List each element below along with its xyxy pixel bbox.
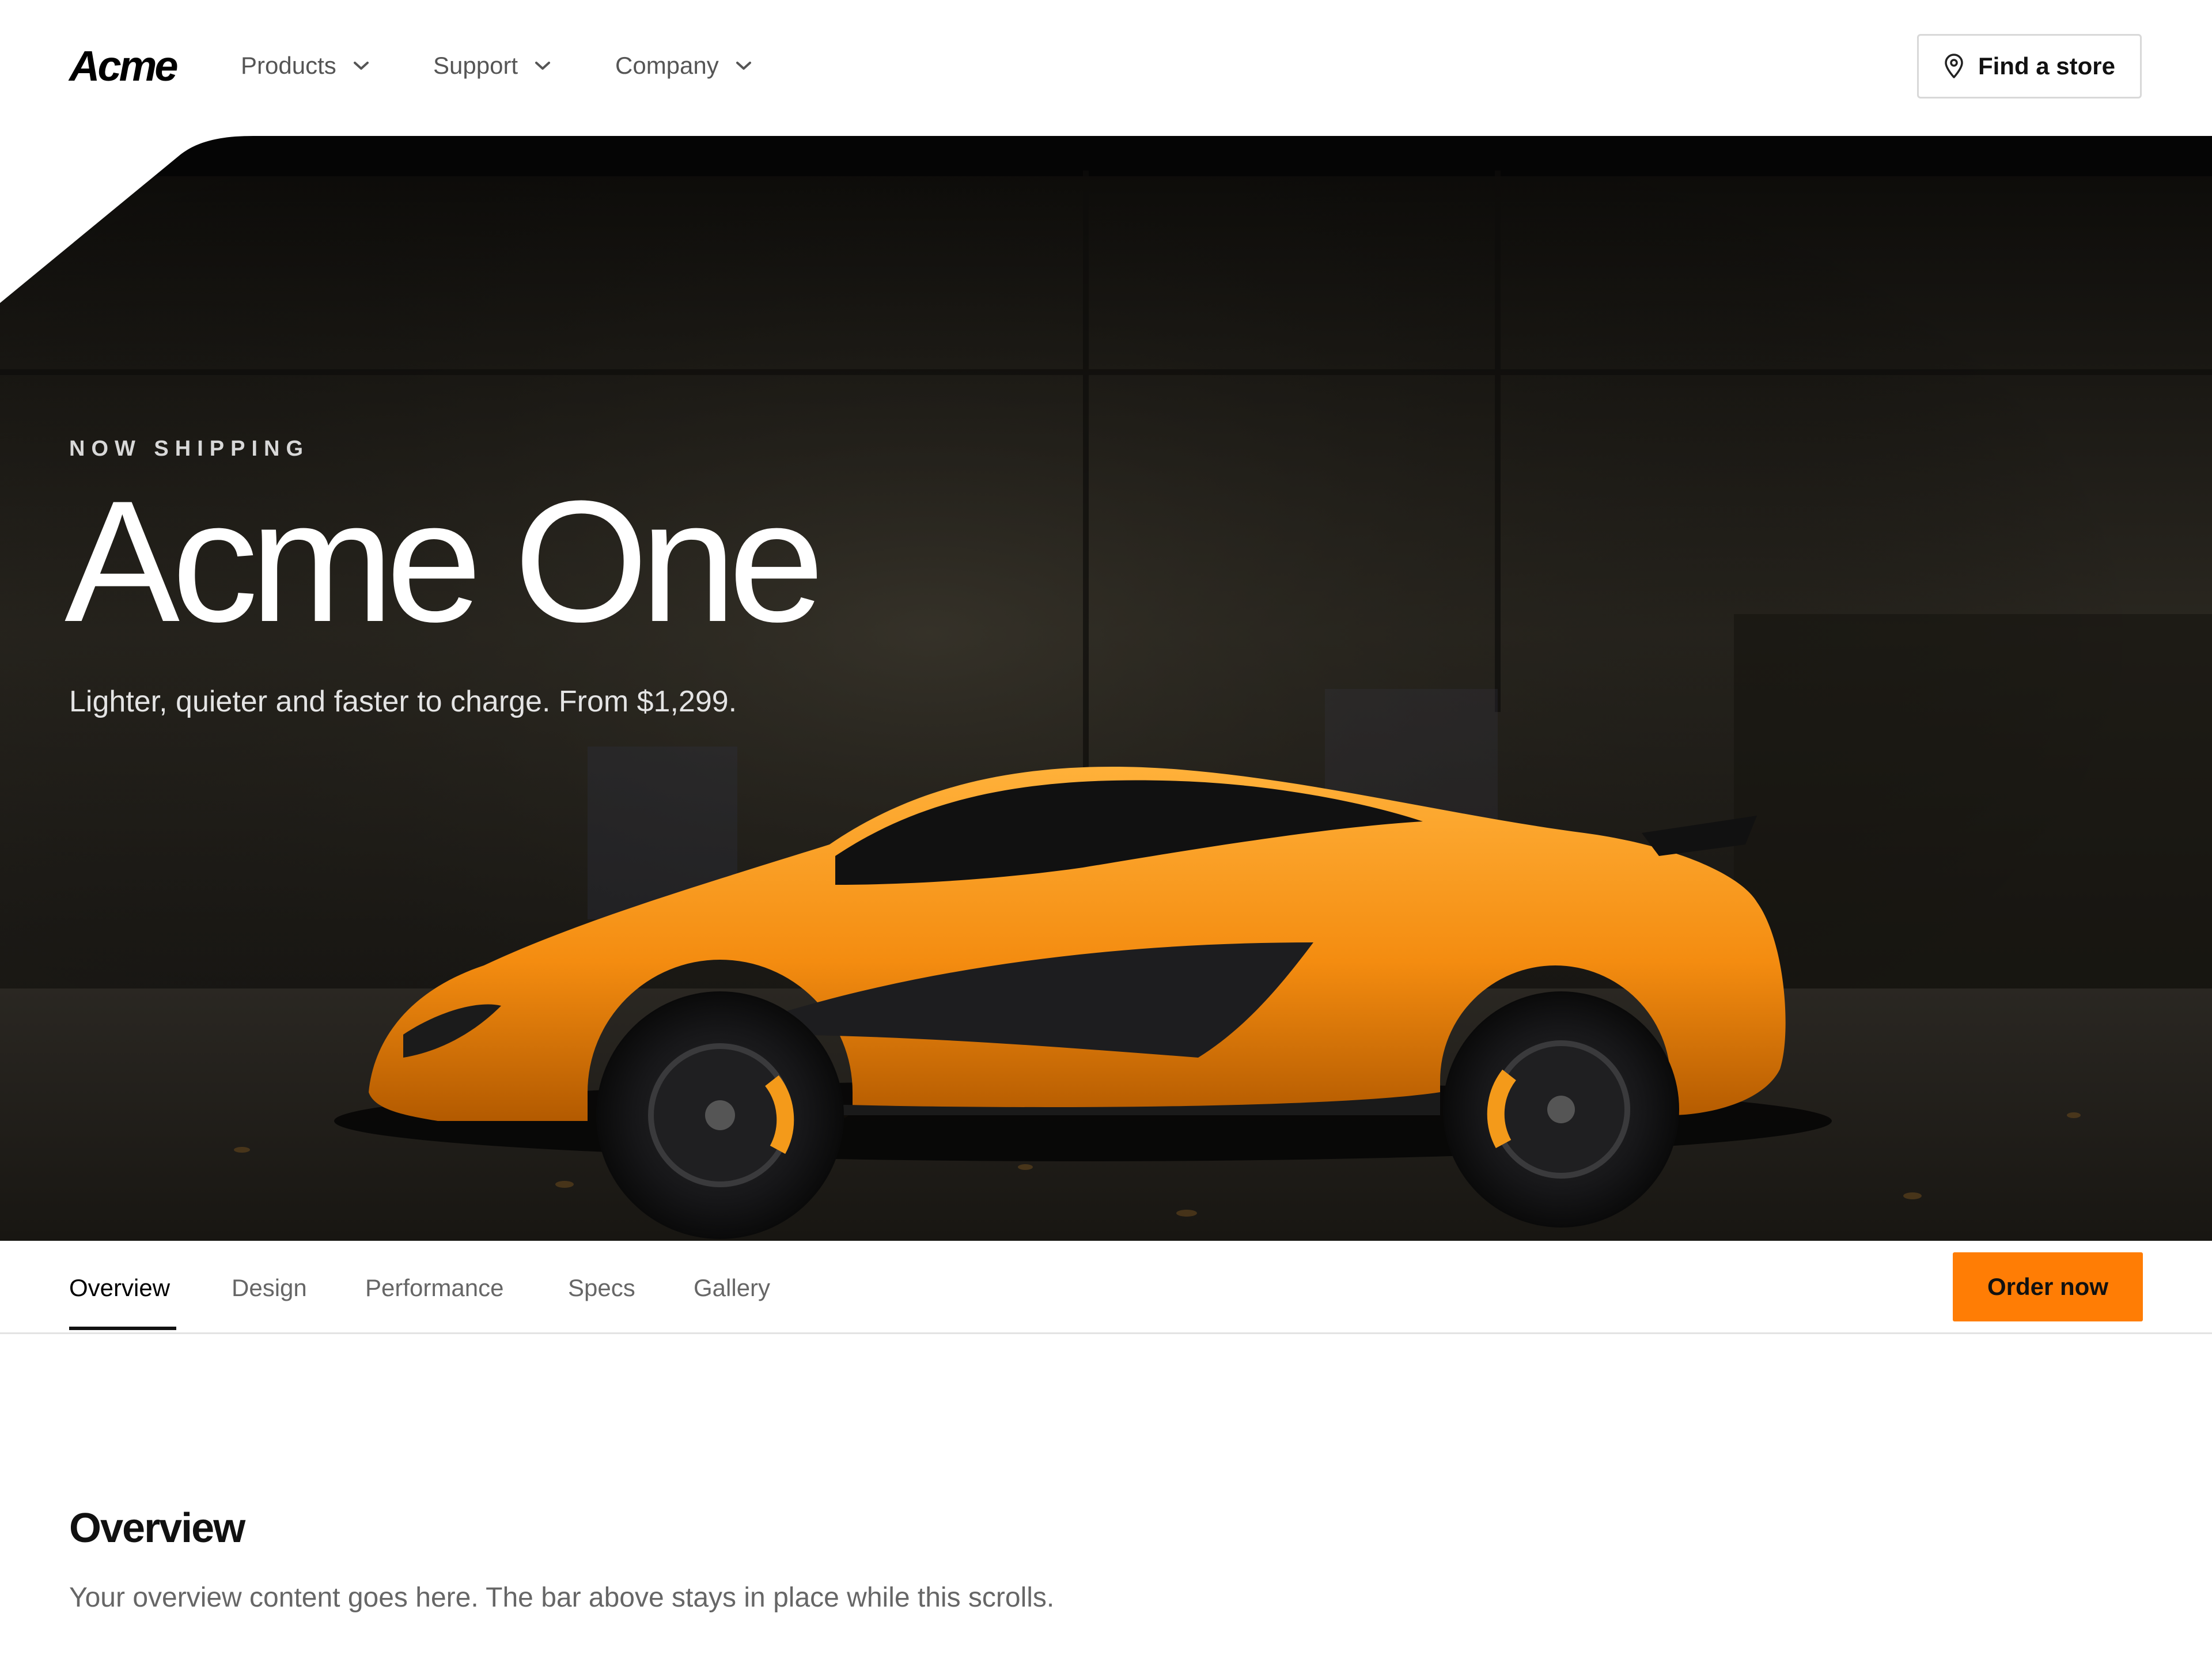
- nav-company[interactable]: Company: [615, 52, 752, 79]
- hero-corner-notch: [0, 136, 253, 303]
- tab-performance[interactable]: Performance: [365, 1274, 503, 1302]
- nav-products[interactable]: Products: [241, 52, 370, 79]
- nav-support[interactable]: Support: [433, 52, 551, 79]
- section-title: Overview: [69, 1505, 245, 1551]
- nav-support-label: Support: [433, 52, 518, 79]
- active-tab-indicator: [69, 1327, 176, 1330]
- acme-logo[interactable]: Acme: [69, 41, 179, 90]
- hero-banner: NOW SHIPPING Acme One Lighter, quieter a…: [0, 136, 2212, 1241]
- hero-title: Acme One: [65, 464, 824, 658]
- top-navigation-bar: Acme Products Support Company Find a sto…: [0, 0, 2212, 136]
- find-a-store-label: Find a store: [1978, 52, 2116, 79]
- hero-subtitle: Lighter, quieter and faster to charge. F…: [69, 685, 737, 718]
- order-now-button[interactable]: Order now: [1953, 1252, 2143, 1321]
- sticky-tab-bar: Overview Design Performance Specs Galler…: [0, 1241, 2212, 1334]
- chevron-down-icon: [353, 62, 369, 70]
- nav-products-label: Products: [241, 52, 336, 79]
- chevron-down-icon: [736, 62, 751, 70]
- nav-company-label: Company: [615, 52, 719, 79]
- tab-specs[interactable]: Specs: [568, 1274, 635, 1302]
- find-a-store-button[interactable]: Find a store: [1917, 34, 2142, 99]
- tab-design[interactable]: Design: [232, 1274, 307, 1302]
- chevron-down-icon: [535, 62, 551, 70]
- section-body: Your overview content goes here. The bar…: [69, 1582, 1055, 1613]
- hero-eyebrow: NOW SHIPPING: [69, 437, 310, 461]
- map-pin-icon: [1945, 54, 1963, 78]
- tab-gallery[interactable]: Gallery: [694, 1274, 770, 1302]
- tab-overview[interactable]: Overview: [69, 1274, 170, 1302]
